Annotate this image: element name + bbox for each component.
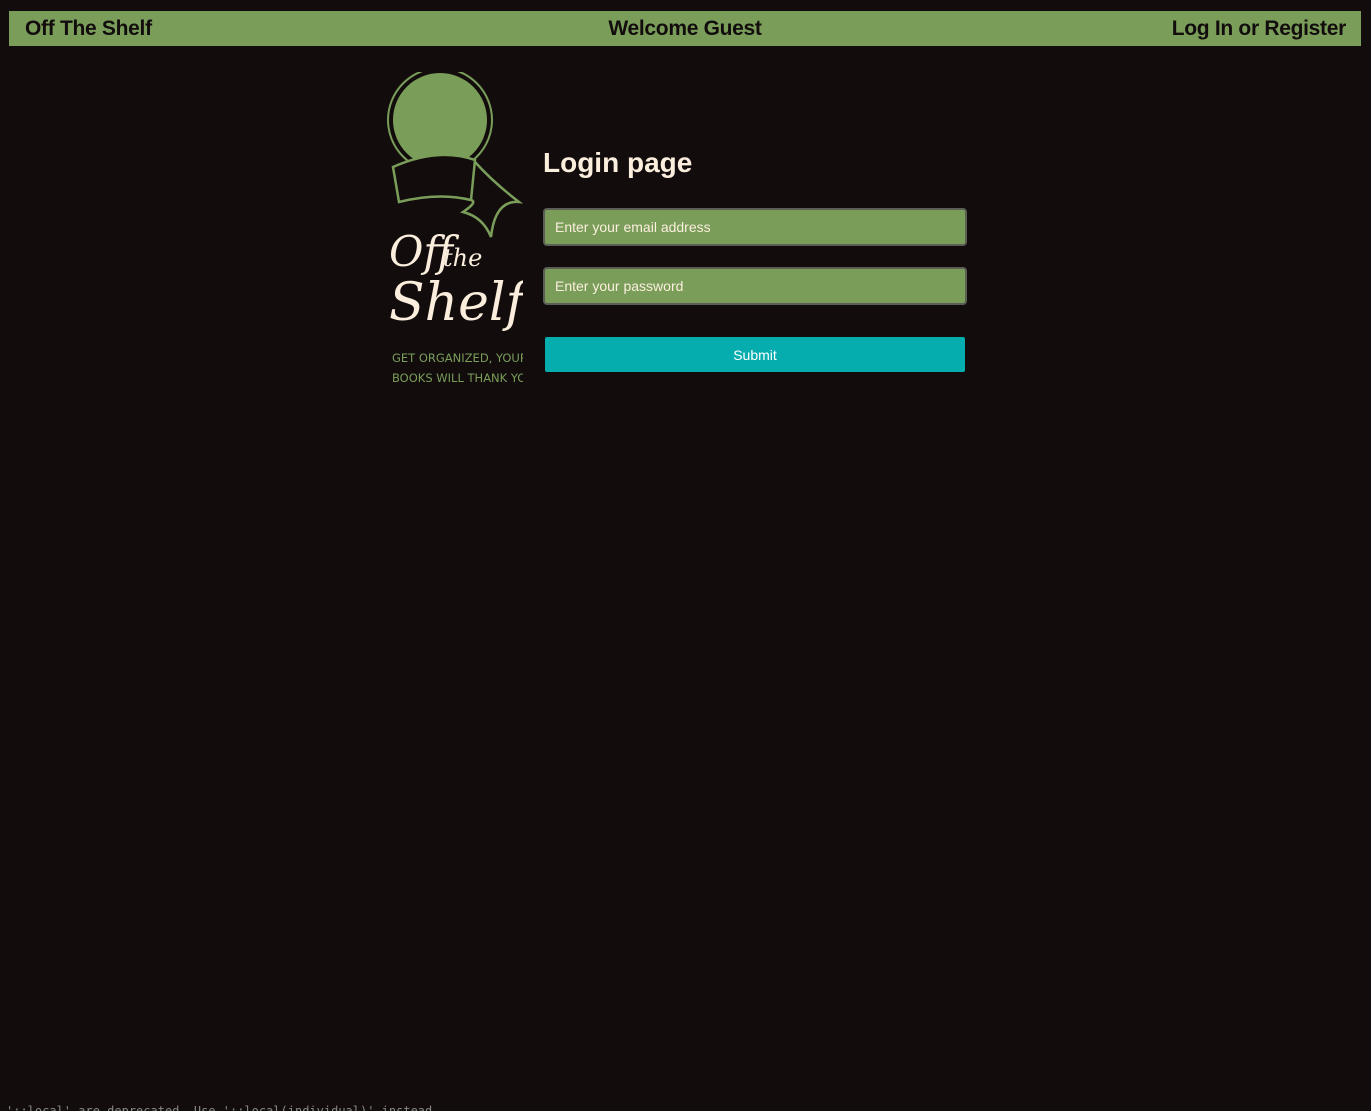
login-form: Login page Submit [543,144,967,372]
logo-tagline-line1: GET ORGANIZED, YOUR [392,351,523,365]
top-navbar: Off The Shelf Welcome Guest Log In or Re… [9,11,1361,46]
logo-tagline-line2: BOOKS WILL THANK YOU [392,371,523,385]
page-title: Login page [543,147,693,178]
email-field[interactable] [543,208,967,246]
console-message: '::local' are deprecated. Use '::local(i… [6,1104,440,1111]
logo-globe [393,73,487,167]
logo-title-line2: Shelf [389,273,523,333]
password-field[interactable] [543,267,967,305]
logo-title-line1b: the [443,244,482,272]
submit-button[interactable]: Submit [545,337,965,372]
page: Off The Shelf Welcome Guest Log In or Re… [0,0,1371,1111]
login-register-link[interactable]: Log In or Register [1172,17,1347,41]
off-the-shelf-logo: Off the Shelf GET ORGANIZED, YOUR BOOKS … [387,72,523,385]
welcome-text: Welcome Guest [608,16,762,40]
brand-link[interactable]: Off The Shelf [25,17,152,41]
logo-banner [391,153,477,204]
welcome-container: Welcome Guest [9,17,1361,41]
